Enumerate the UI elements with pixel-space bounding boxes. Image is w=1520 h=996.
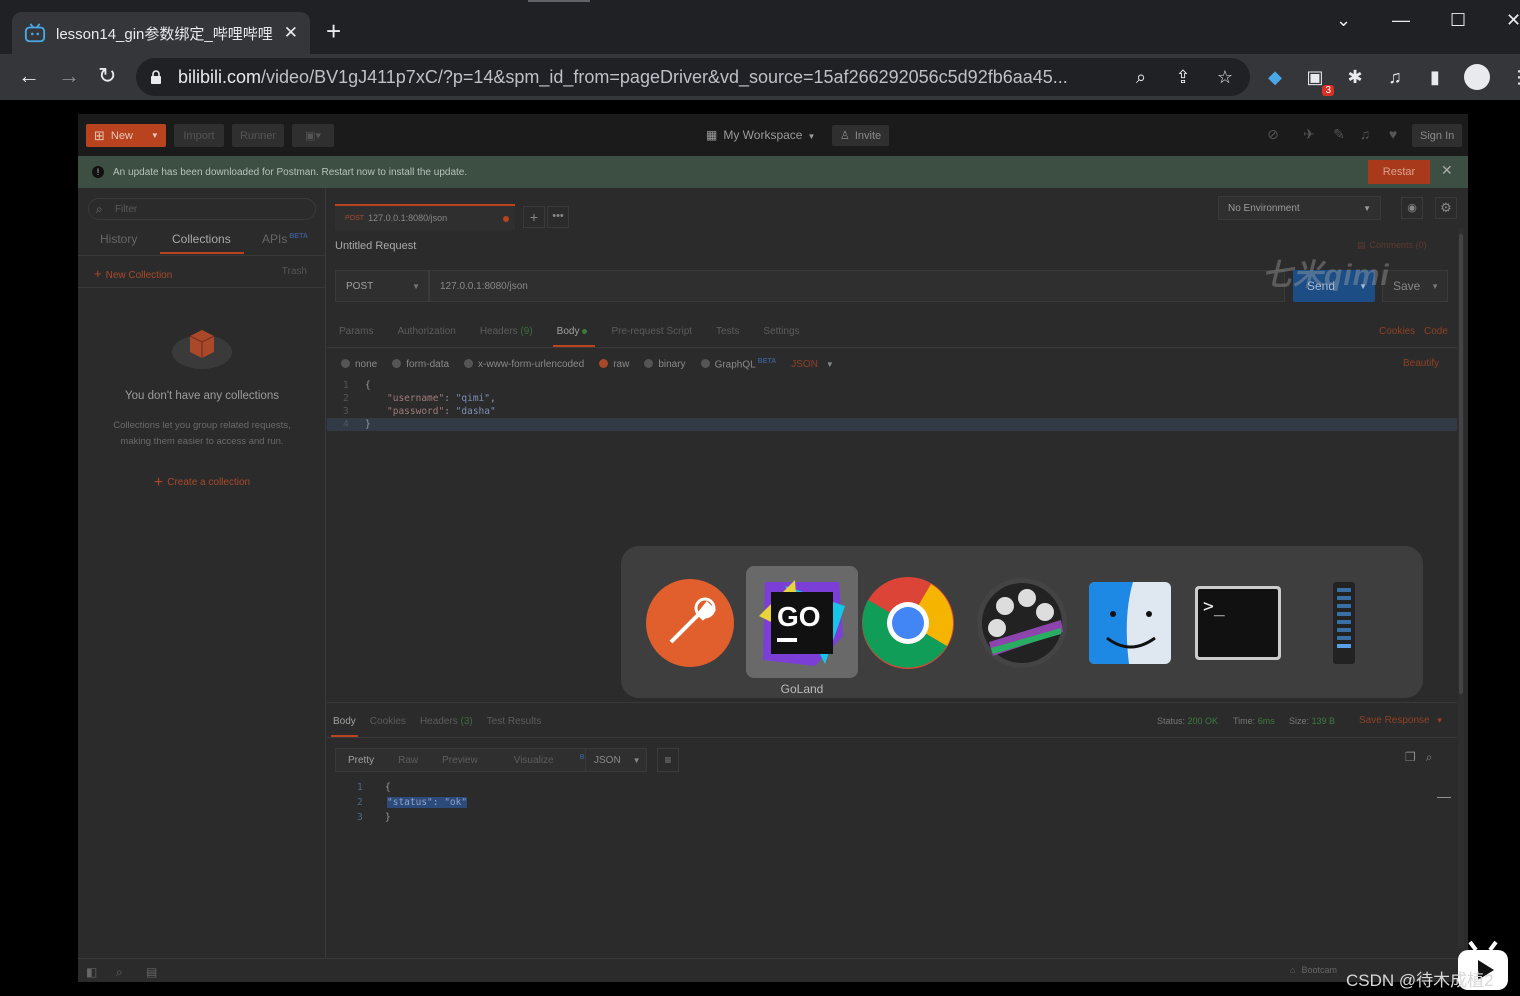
extension-badge: 3: [1322, 85, 1334, 96]
bilibili-favicon-icon: [24, 23, 46, 43]
video-player[interactable]: ⊞ New ▼ Import Runner ▣▾ ▦ My Workspace ▼ ♙ I…: [0, 100, 1520, 996]
side-panel-icon[interactable]: ▮: [1424, 66, 1446, 88]
extension-with-badge-icon[interactable]: ▣ 3: [1304, 66, 1334, 96]
video-dim-overlay: [78, 114, 1468, 982]
maximize-icon[interactable]: ☐: [1450, 10, 1466, 31]
bookmark-star-icon[interactable]: ☆: [1214, 66, 1236, 88]
url-text: bilibili.com/video/BV1gJ411p7xC/?p=14&sp…: [178, 66, 1068, 87]
browser-toolbar: ← → ↻ bilibili.com/video/BV1gJ411p7xC/?p…: [0, 54, 1520, 100]
minimize-icon[interactable]: —: [1392, 10, 1410, 31]
new-tab-icon[interactable]: +: [326, 18, 341, 44]
zoom-icon[interactable]: ⌕: [1130, 66, 1152, 88]
tab-strip-drag-mark: [528, 0, 590, 2]
postman-window: ⊞ New ▼ Import Runner ▣▾ ▦ My Workspace ▼ ♙ I…: [78, 114, 1468, 982]
browser-tab-strip: lesson14_gin参数绑定_哔哩哔哩 ✕ + ⌄ — ☐ ✕: [0, 0, 1520, 54]
browser-tab[interactable]: lesson14_gin参数绑定_哔哩哔哩 ✕: [12, 12, 310, 54]
media-queue-icon[interactable]: ♫: [1384, 66, 1406, 88]
tab-close-icon[interactable]: ✕: [284, 23, 298, 43]
menu-kebab-icon[interactable]: ⋮: [1508, 66, 1520, 88]
lock-icon[interactable]: [150, 70, 162, 84]
window-close-icon[interactable]: ✕: [1506, 10, 1520, 31]
back-arrow-icon[interactable]: ←: [18, 64, 40, 88]
profile-avatar[interactable]: [1464, 64, 1490, 90]
address-bar[interactable]: bilibili.com/video/BV1gJ411p7xC/?p=14&sp…: [136, 58, 1250, 96]
diamond-extension-icon[interactable]: ◆: [1264, 66, 1286, 88]
csdn-credit-watermark: CSDN @待木成植2: [1346, 971, 1494, 990]
share-icon[interactable]: ⇪: [1172, 66, 1194, 88]
forward-arrow-icon[interactable]: →: [58, 64, 80, 88]
reload-icon[interactable]: ↻: [98, 64, 116, 88]
tab-title: lesson14_gin参数绑定_哔哩哔哩: [56, 25, 273, 43]
puzzle-extensions-icon[interactable]: ✱: [1344, 66, 1366, 88]
video-watermark: 七米qimi: [1262, 259, 1390, 292]
tab-search-chevron-icon[interactable]: ⌄: [1336, 10, 1351, 31]
